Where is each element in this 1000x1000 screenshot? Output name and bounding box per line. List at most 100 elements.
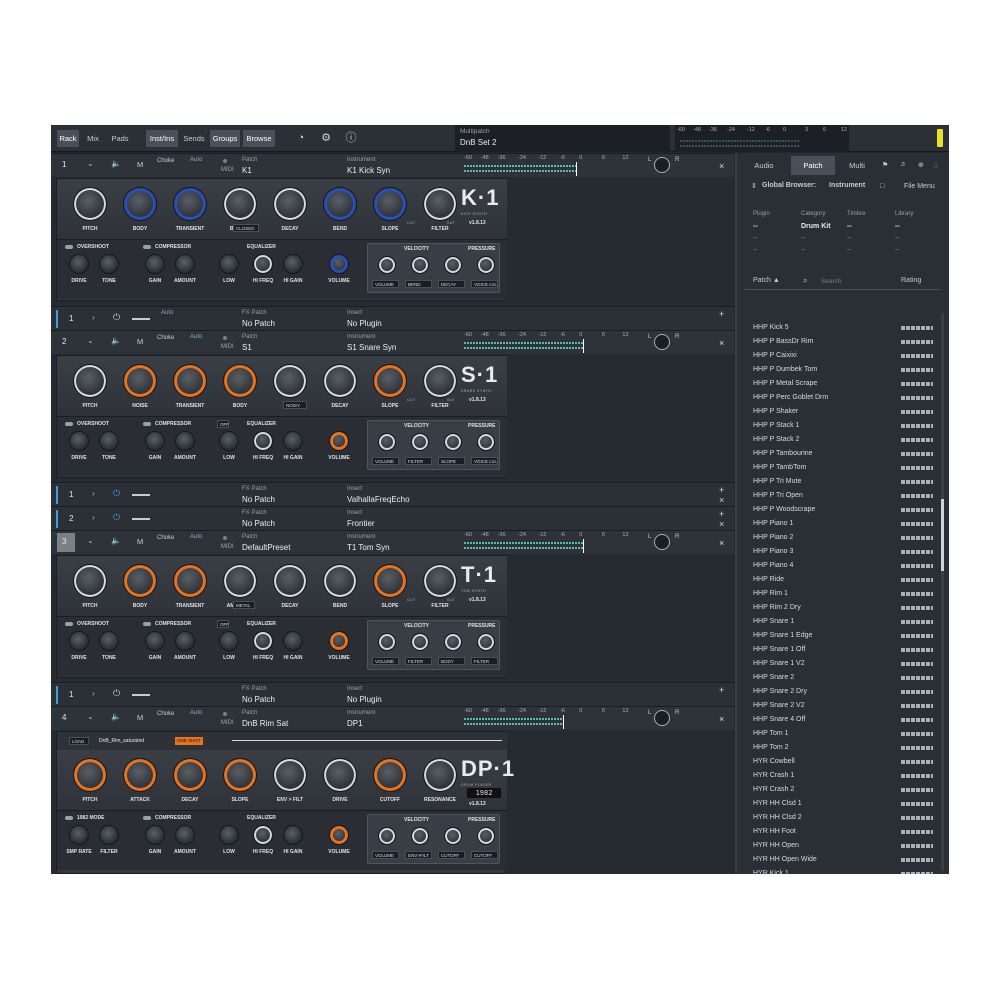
power-icon[interactable]: ⏻	[113, 512, 120, 523]
info-icon[interactable]: ⓘ	[344, 131, 358, 145]
close-icon[interactable]: ×	[719, 495, 724, 505]
bottom-knob[interactable]	[329, 631, 349, 651]
chevron-down-icon[interactable]: ⌄	[87, 336, 94, 345]
sort-icon[interactable]: ⇕	[751, 182, 757, 190]
close-icon[interactable]: ×	[719, 538, 724, 548]
insert-name[interactable]: No Plugin	[347, 319, 382, 328]
mod-knob[interactable]	[411, 827, 429, 845]
bottom-knob[interactable]	[99, 825, 119, 845]
add-icon[interactable]: +	[719, 485, 724, 495]
fx-mix-slider[interactable]	[132, 494, 150, 496]
compressor-toggle[interactable]	[143, 816, 151, 820]
bottom-knob[interactable]	[253, 631, 273, 651]
bottom-knob[interactable]	[145, 631, 165, 651]
mod-destination-dropdown[interactable]: CUTOFF	[471, 851, 498, 859]
insert-name[interactable]: No Plugin	[347, 695, 382, 704]
bottom-knob[interactable]	[253, 431, 273, 451]
tab-mix[interactable]: Mix	[83, 130, 103, 147]
patch-list-item[interactable]: HHP P BassDr Rim	[737, 335, 937, 349]
patch-list-scrollbar[interactable]	[941, 313, 944, 871]
browser-filter-value[interactable]: --	[895, 223, 900, 230]
knob-bend[interactable]	[323, 187, 357, 221]
tab-inst-ins[interactable]: Inst/Ins	[146, 130, 178, 147]
mod-knob[interactable]	[378, 827, 396, 845]
clip-indicator[interactable]	[937, 129, 943, 147]
close-icon[interactable]: ×	[719, 714, 724, 724]
mod-destination-dropdown[interactable]: FILTER	[471, 657, 498, 665]
chevron-down-icon[interactable]: ⌄	[87, 712, 94, 721]
patch-list-item[interactable]: HHP Piano 4	[737, 559, 937, 573]
eq-off-toggle[interactable]: OFF	[217, 420, 229, 428]
mod-knob[interactable]	[477, 256, 495, 274]
patch-list-item[interactable]: HHP Tom 1	[737, 727, 937, 741]
bottom-knob[interactable]	[69, 254, 89, 274]
chevron-right-icon[interactable]: ›	[92, 489, 95, 498]
mod-knob[interactable]	[444, 827, 462, 845]
patch-name[interactable]: S1	[242, 343, 252, 352]
browser-filter-value[interactable]: --	[753, 235, 757, 241]
choke-button[interactable]: Choke	[157, 711, 174, 717]
knob-transient[interactable]	[173, 564, 207, 598]
insert-name[interactable]: Frontier	[347, 519, 375, 528]
bottom-knob[interactable]	[283, 825, 303, 845]
knob-attack[interactable]	[123, 758, 157, 792]
browser-filter-value[interactable]: --	[801, 235, 805, 241]
beater-dropdown[interactable]: CLOSED	[233, 224, 259, 232]
power-icon[interactable]: ⏻	[113, 688, 120, 699]
add-icon[interactable]: +	[719, 309, 724, 319]
knob-decay[interactable]	[173, 758, 207, 792]
chevron-down-icon[interactable]: ⌄	[87, 159, 94, 168]
tag-icon[interactable]: ⚑	[882, 161, 888, 169]
fx-auto-button[interactable]: Auto	[161, 310, 173, 316]
fx-patch-name[interactable]: No Patch	[242, 695, 275, 704]
chevron-right-icon[interactable]: ›	[92, 313, 95, 322]
mod-knob[interactable]	[378, 433, 396, 451]
gear-icon[interactable]: ⚙	[319, 131, 333, 145]
tempo-icon[interactable]: ◔	[294, 131, 308, 145]
knob-transient[interactable]	[173, 187, 207, 221]
browser-filter-value[interactable]: --	[847, 235, 851, 241]
slot-number[interactable]: 1	[62, 160, 66, 169]
bottom-knob[interactable]	[219, 825, 239, 845]
patch-list-item[interactable]: HHP P Tambourine	[737, 447, 937, 461]
chevron-right-icon[interactable]: ›	[92, 513, 95, 522]
close-icon[interactable]: ×	[719, 161, 724, 171]
knob-decay[interactable]	[273, 187, 307, 221]
patch-list-item[interactable]: HHP P Dumbek Tom	[737, 363, 937, 377]
mute-button[interactable]: M	[137, 537, 143, 546]
ambience-dropdown[interactable]: METAL	[233, 601, 255, 609]
mod-destination-dropdown[interactable]: BEND	[405, 280, 432, 288]
slot-number[interactable]: 2	[62, 337, 66, 346]
patch-list-item[interactable]: HHP P Caixixi	[737, 349, 937, 363]
knob-cutoff[interactable]	[373, 758, 407, 792]
patch-list-item[interactable]: HYR Kick 1	[737, 867, 937, 874]
insert-name[interactable]: ValhallaFreqEcho	[347, 495, 410, 504]
mod-knob[interactable]	[477, 433, 495, 451]
patch-list-scroll-thumb[interactable]	[941, 499, 944, 571]
chevron-right-icon[interactable]: ›	[92, 689, 95, 698]
knob-filter[interactable]	[423, 187, 457, 221]
tab-patch[interactable]: Patch	[791, 156, 835, 175]
choke-button[interactable]: Choke	[157, 158, 174, 164]
mod-knob[interactable]	[411, 433, 429, 451]
instrument-name[interactable]: K1 Kick Syn	[347, 166, 390, 175]
mod-destination-dropdown[interactable]: FILTER	[405, 657, 432, 665]
browser-filter-value[interactable]: Drum Kit	[801, 223, 831, 230]
bottom-knob[interactable]	[175, 431, 195, 451]
patch-list-item[interactable]: HYR HH Open Wide	[737, 853, 937, 867]
mute-button[interactable]: M	[137, 160, 143, 169]
mod-destination-dropdown[interactable]: VOICE LVL	[471, 280, 498, 288]
multipatch-selector[interactable]: Multipatch DnB Set 2	[455, 125, 670, 152]
add-icon[interactable]: +	[719, 685, 724, 695]
bottom-knob[interactable]	[283, 254, 303, 274]
tab-audio[interactable]: Audio	[743, 156, 785, 175]
load-button[interactable]: LOAD	[69, 737, 89, 745]
chevron-down-icon[interactable]: ⌄	[87, 536, 94, 545]
bottom-knob[interactable]	[253, 825, 273, 845]
knob-pitch[interactable]	[73, 364, 107, 398]
mod-destination-dropdown[interactable]: VOICE LVL	[471, 457, 498, 465]
patch-column-header[interactable]: Patch ▲	[753, 277, 780, 284]
patch-name[interactable]: K1	[242, 166, 252, 175]
tab-browse[interactable]: Browse	[243, 130, 275, 147]
bottom-knob[interactable]	[219, 631, 239, 651]
